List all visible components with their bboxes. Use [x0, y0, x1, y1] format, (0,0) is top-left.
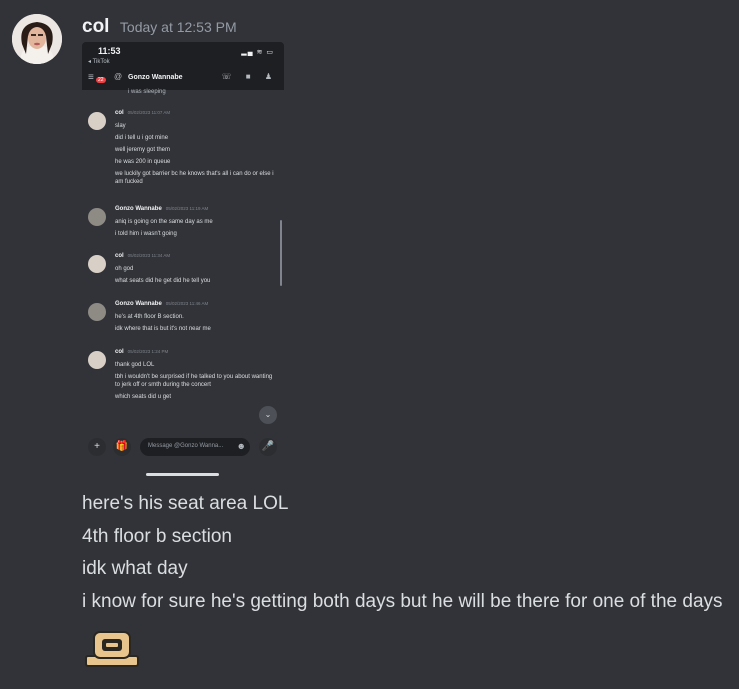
- message-time: 05/02/2023 1:24 PM: [127, 349, 169, 354]
- avatar: [88, 112, 106, 130]
- message-line: tbh i wouldn't be surprised if he talked…: [115, 374, 273, 388]
- user-avatar[interactable]: [12, 14, 62, 64]
- message-author: col: [115, 253, 124, 259]
- at-icon: @: [114, 72, 123, 81]
- message-line: 4th floor b section: [82, 525, 232, 547]
- message-line: he's at 4th floor B section.: [115, 314, 184, 320]
- gift-icon: 🎁: [113, 438, 131, 456]
- message-time: 05/02/2023 11:34 AM: [127, 253, 171, 258]
- message-line: slay: [115, 123, 126, 129]
- menu-icon: ≡: [88, 72, 94, 83]
- plus-icon: +: [88, 438, 106, 456]
- message-input-placeholder: Message @Gonzo Wanna...: [148, 443, 224, 449]
- scrollbar-thumb: [280, 220, 282, 286]
- robot-face-emoji[interactable]: [84, 630, 140, 668]
- microphone-icon: 🎤: [259, 438, 277, 456]
- back-to-app: ◂ TikTok: [88, 59, 110, 65]
- image-attachment[interactable]: 11:53 ◂ TikTok ▂▄ ≋ ▭ ≡ 22 @ Gonzo Wanna…: [82, 42, 284, 482]
- avatar: [88, 351, 106, 369]
- message-composer: + 🎁 Message @Gonzo Wanna... ☻ 🎤: [82, 436, 284, 462]
- message-time: 05/02/2023 11:07 AM: [127, 110, 171, 115]
- message-input: Message @Gonzo Wanna... ☻: [140, 438, 250, 456]
- message-line: i told him i wasn't going: [115, 231, 177, 237]
- avatar: [88, 303, 106, 321]
- call-video-members-icon: ☏ ■ ♟: [221, 72, 278, 81]
- message-line: aniq is going on the same day as me: [115, 219, 213, 225]
- message-author: col: [115, 349, 124, 355]
- avatar: [88, 255, 106, 273]
- message-time: 05/02/2023 11:19 AM: [165, 206, 209, 211]
- channel-name: Gonzo Wannabe: [128, 74, 183, 81]
- message-line: well jeremy got them: [115, 147, 171, 153]
- emoji-icon: ☻: [236, 441, 246, 451]
- unread-badge: 22: [96, 77, 106, 83]
- message-line: idk what day: [82, 558, 188, 579]
- robot-face-icon: [85, 631, 139, 667]
- message-timestamp: Today at 12:53 PM: [119, 19, 237, 35]
- jump-to-bottom-icon: ⌄: [259, 406, 277, 424]
- message-line: idk where that is but it's not near me: [115, 326, 211, 332]
- message-header: col Today at 12:53 PM: [82, 16, 237, 38]
- home-indicator: [146, 473, 219, 476]
- signal-wifi-battery-icon: ▂▄ ≋ ▭: [241, 49, 274, 56]
- previous-message-line: i was sleeping: [128, 89, 166, 95]
- status-time: 11:53: [98, 46, 121, 56]
- message-author: Gonzo Wannabe: [115, 301, 162, 307]
- username[interactable]: col: [82, 16, 109, 37]
- avatar-image: [12, 14, 62, 64]
- message-line: he was 200 in queue: [115, 159, 171, 165]
- message-time: 05/02/2023 11:46 AM: [165, 301, 209, 306]
- message-content: here's his seat area LOL 4th floor b sec…: [82, 488, 723, 618]
- message-line: here's his seat area LOL: [82, 493, 289, 514]
- message-line: i know for sure he's getting both days b…: [82, 590, 723, 612]
- message-line: thank god LOL: [115, 362, 155, 368]
- message-line: we luckily got barrier bc he knows that'…: [115, 171, 274, 185]
- avatar: [88, 208, 106, 226]
- phone-status-bar: 11:53 ◂ TikTok ▂▄ ≋ ▭ ≡ 22 @ Gonzo Wanna…: [82, 42, 284, 90]
- message-author: col: [115, 110, 124, 116]
- message-line: which seats did u get: [115, 394, 172, 400]
- message-line: what seats did he get did he tell you: [115, 278, 211, 284]
- channel-header: ≡ 22 @ Gonzo Wannabe ☏ ■ ♟: [88, 72, 278, 86]
- message-line: oh god: [115, 266, 134, 272]
- message-author: Gonzo Wannabe: [115, 206, 162, 212]
- message-line: did i tell u i got mine: [115, 135, 169, 141]
